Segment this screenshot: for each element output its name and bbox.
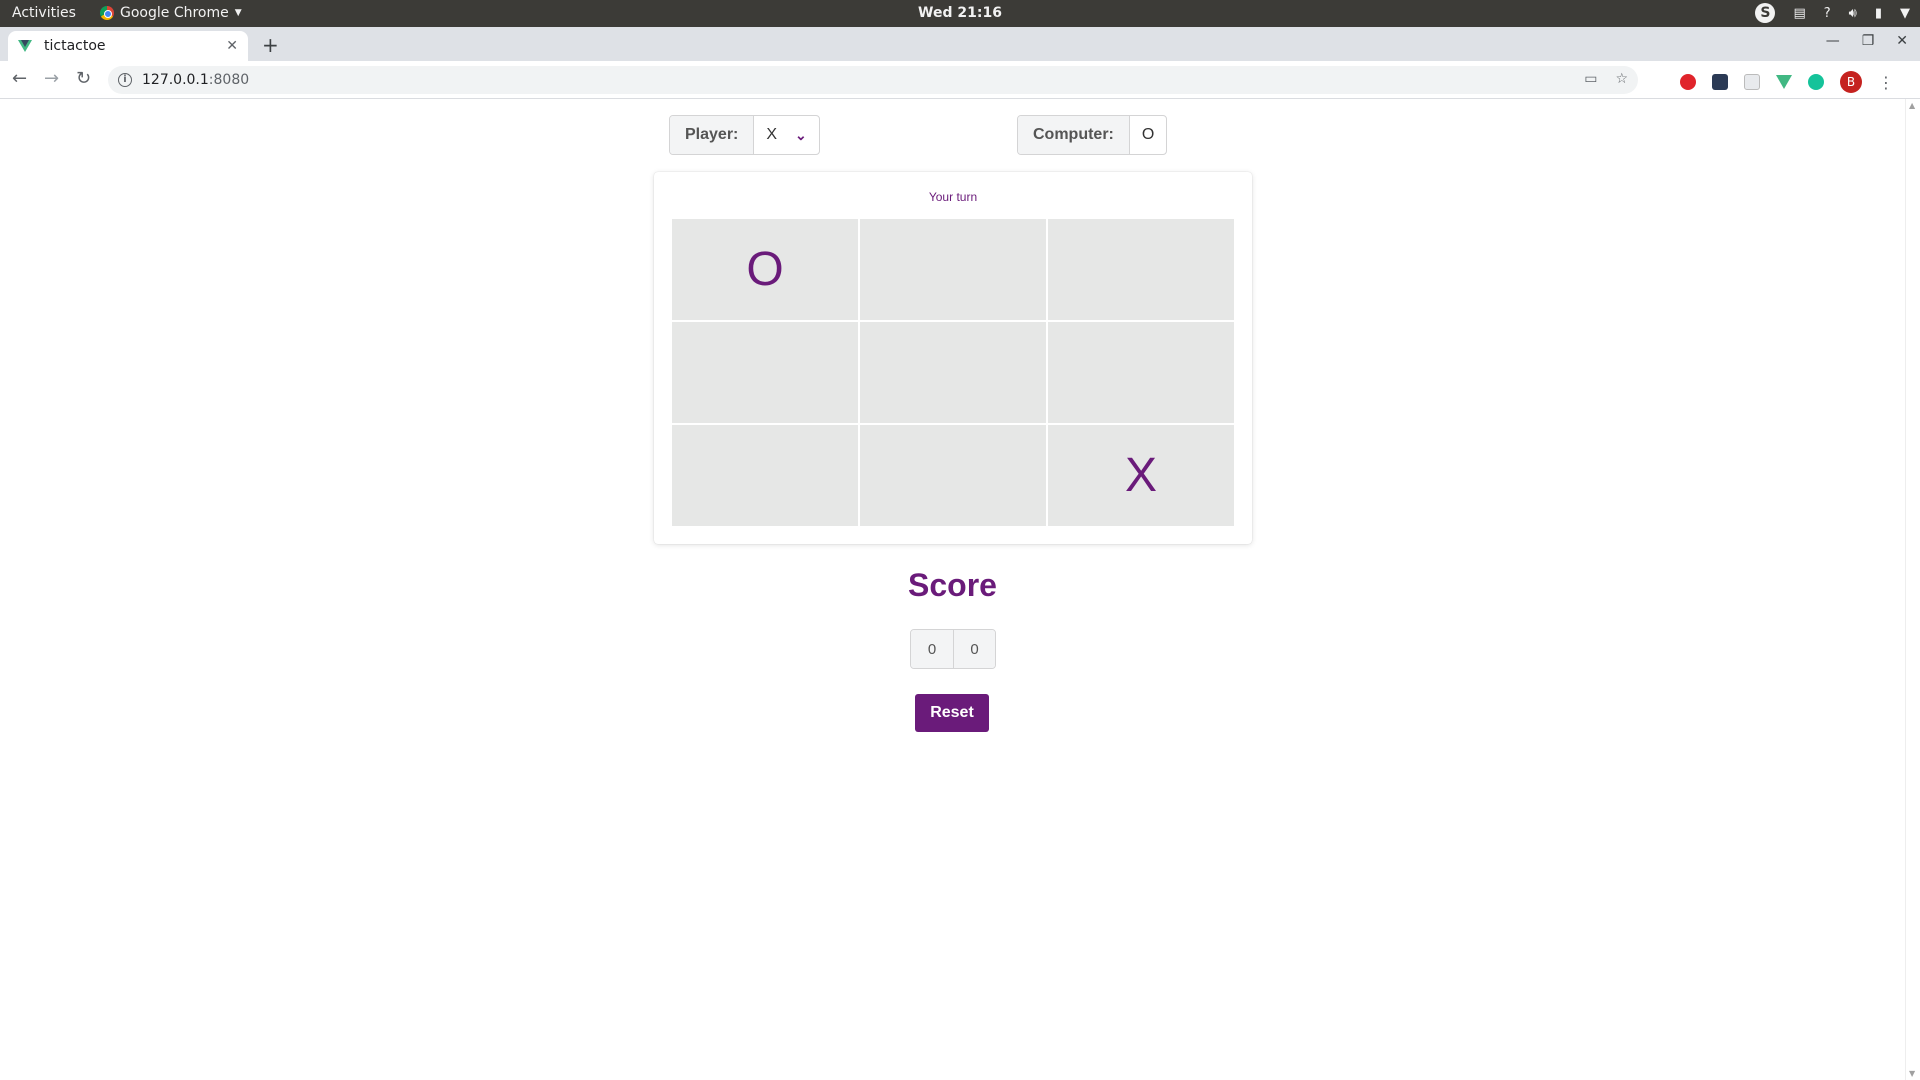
- notes-icon[interactable]: ▤: [1793, 6, 1805, 21]
- activities-button[interactable]: Activities: [12, 5, 76, 21]
- volume-icon[interactable]: 🔊︎: [1849, 6, 1857, 21]
- tab-close-icon[interactable]: ✕: [226, 38, 238, 54]
- forward-icon[interactable]: →: [44, 68, 59, 89]
- computer-score: 0: [953, 630, 995, 668]
- tab-tictactoe[interactable]: tictactoe ✕: [8, 31, 248, 61]
- skype-icon[interactable]: S: [1755, 3, 1776, 23]
- board-cell[interactable]: [672, 425, 858, 526]
- reset-button[interactable]: Reset: [915, 694, 989, 732]
- window-controls: — ❐ ✕: [1826, 33, 1908, 49]
- board-cell[interactable]: [672, 322, 858, 423]
- board-cell[interactable]: [1048, 219, 1234, 320]
- bookmark-star-icon[interactable]: ☆: [1615, 71, 1628, 87]
- new-tab-icon[interactable]: +: [262, 33, 279, 57]
- board-cell[interactable]: O: [672, 219, 858, 320]
- vue-favicon-icon: [18, 40, 32, 52]
- page-content: Player: X ⌄ Computer: O Your turn O X Sc…: [0, 99, 1905, 1080]
- app-menu-label: Google Chrome: [120, 5, 229, 21]
- help-icon[interactable]: ?: [1824, 6, 1831, 21]
- adblock-extension-icon[interactable]: [1680, 74, 1696, 90]
- board-cell[interactable]: [1048, 322, 1234, 423]
- restore-icon[interactable]: ❐: [1862, 33, 1875, 49]
- tab-title: tictactoe: [44, 38, 106, 54]
- window-close-icon[interactable]: ✕: [1896, 33, 1908, 49]
- reload-icon[interactable]: ↻: [76, 68, 91, 89]
- chrome-menu-icon[interactable]: ⋮: [1878, 73, 1894, 92]
- system-tray: S ▤ ? 🔊︎ ▮ ▼: [1755, 3, 1910, 23]
- back-icon[interactable]: ←: [12, 68, 27, 89]
- computer-symbol-value: O: [1141, 126, 1155, 143]
- caret-down-icon: ▼: [234, 8, 242, 18]
- cast-icon[interactable]: ▭: [1584, 71, 1597, 87]
- url-port: :8080: [208, 72, 250, 88]
- extension-dark-icon[interactable]: [1712, 74, 1728, 90]
- extension-page-icon[interactable]: [1744, 74, 1760, 90]
- chevron-down-icon: ⌄: [795, 126, 807, 143]
- score-display: 0 0: [910, 629, 996, 669]
- vue-devtools-icon[interactable]: [1776, 75, 1792, 89]
- scroll-down-icon[interactable]: ▼: [1909, 1069, 1915, 1078]
- board-cell[interactable]: [860, 322, 1046, 423]
- system-top-bar: Activities Google Chrome ▼ Wed 21:16 S ▤…: [0, 0, 1920, 27]
- system-menu-caret-icon[interactable]: ▼: [1900, 6, 1910, 21]
- turn-status: Your turn: [928, 190, 978, 204]
- clock[interactable]: Wed 21:16: [0, 5, 1920, 21]
- page-scrollbar[interactable]: ▲ ▼: [1905, 99, 1920, 1080]
- game-board: O X: [672, 219, 1234, 526]
- computer-label: Computer:: [1018, 116, 1130, 154]
- tab-strip: tictactoe ✕: [0, 27, 1920, 61]
- minimize-icon[interactable]: —: [1826, 33, 1840, 49]
- player-symbol-dropdown[interactable]: X ⌄: [754, 116, 818, 154]
- app-menu[interactable]: Google Chrome ▼: [100, 5, 242, 21]
- player-label: Player:: [670, 116, 755, 154]
- game-card: Your turn O X: [654, 172, 1252, 544]
- profile-avatar[interactable]: B: [1840, 71, 1862, 93]
- player-selector: Player: X ⌄: [669, 115, 820, 155]
- grammarly-icon[interactable]: [1808, 74, 1824, 90]
- site-info-icon[interactable]: i: [118, 73, 132, 87]
- extensions-area: B ⋮: [1680, 71, 1894, 93]
- battery-icon[interactable]: ▮: [1875, 6, 1882, 21]
- url-host: 127.0.0.1: [142, 72, 209, 88]
- address-bar[interactable]: i 127.0.0.1 :8080 ▭ ☆: [108, 66, 1638, 94]
- chrome-icon: [100, 6, 114, 20]
- scroll-up-icon[interactable]: ▲: [1909, 101, 1915, 110]
- player-symbol-value: X: [766, 126, 778, 143]
- board-cell[interactable]: X: [1048, 425, 1234, 526]
- score-title: Score: [908, 567, 997, 603]
- player-score: 0: [911, 630, 953, 668]
- browser-toolbar: ← → ↻ i 127.0.0.1 :8080 ▭ ☆ B ⋮: [0, 61, 1920, 99]
- board-cell[interactable]: [860, 219, 1046, 320]
- computer-indicator: Computer: O: [1017, 115, 1168, 155]
- board-cell[interactable]: [860, 425, 1046, 526]
